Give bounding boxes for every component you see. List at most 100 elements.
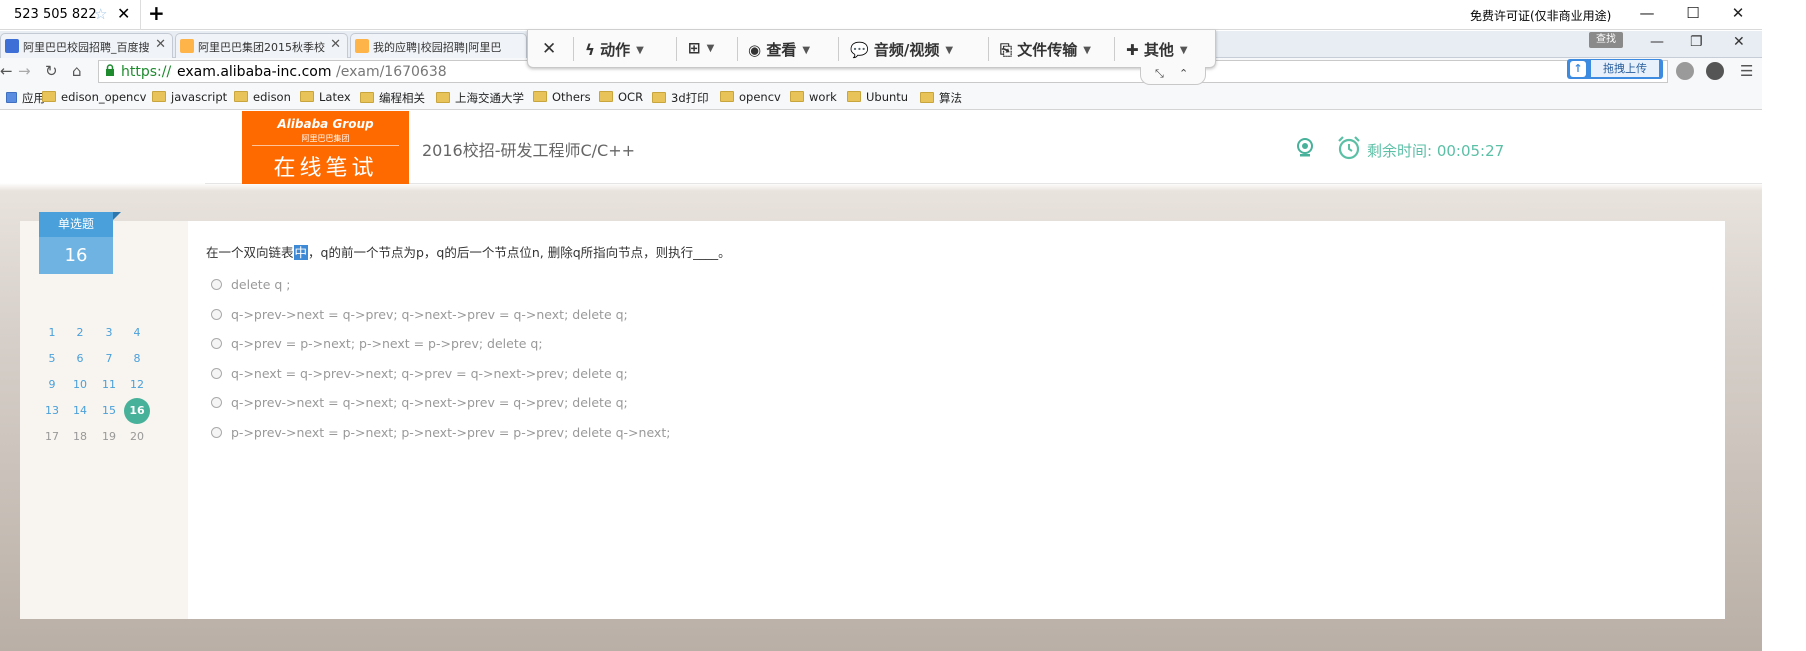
lock-icon xyxy=(106,64,114,76)
minimize-icon[interactable]: — xyxy=(1637,4,1657,22)
question-text: 在一个双向链表中，q的前一个节点为p，q的后一个节点位n, 删除q所指向节点，则… xyxy=(206,245,731,260)
alibaba-icon xyxy=(355,39,369,53)
option-radio[interactable] xyxy=(211,367,222,379)
option-label[interactable]: q->next = q->prev->next; q->prev = q->ne… xyxy=(231,366,628,381)
bookmark-folder[interactable]: OCR xyxy=(599,90,643,104)
tab-close-icon[interactable]: ✕ xyxy=(330,37,341,52)
question-number-13[interactable]: 13 xyxy=(39,398,65,424)
question-number-12[interactable]: 12 xyxy=(124,372,150,398)
question-panel xyxy=(188,221,1725,619)
question-number-19[interactable]: 19 xyxy=(96,424,122,450)
menu-icon[interactable]: ☰ xyxy=(1740,62,1753,80)
question-number-14[interactable]: 14 xyxy=(67,398,93,424)
bookmark-folder[interactable]: 算法 xyxy=(920,90,962,106)
option-radio[interactable] xyxy=(211,279,222,290)
menu-file-transfer[interactable]: ⎘ 文件传输 ▼ xyxy=(1000,39,1091,60)
question-number-4[interactable]: 4 xyxy=(124,320,150,346)
home-icon[interactable]: ⌂ xyxy=(72,62,82,80)
bookmark-folder[interactable]: 编程相关 xyxy=(360,90,425,106)
question-number-17[interactable]: 17 xyxy=(39,424,65,450)
bookmarks-bar: 应用 edison_opencv javascript edison Latex… xyxy=(0,86,1806,110)
bookmark-folder[interactable]: Others xyxy=(533,90,591,104)
bookmark-folder[interactable]: 上海交通大学 xyxy=(436,90,524,106)
option-radio[interactable] xyxy=(211,308,222,320)
folder-icon xyxy=(234,91,248,102)
question-number-20[interactable]: 20 xyxy=(124,424,150,450)
back-icon[interactable]: ← xyxy=(0,62,13,80)
partner-id-tab[interactable]: 523 505 822 xyxy=(14,7,97,22)
close-session-icon[interactable]: ✕ xyxy=(117,4,130,23)
folder-icon xyxy=(920,92,934,103)
question-number-15[interactable]: 15 xyxy=(96,398,122,424)
webcam-icon xyxy=(1297,138,1313,157)
new-session-button[interactable]: + xyxy=(148,1,165,25)
option-label[interactable]: delete q ; xyxy=(231,277,290,292)
browser-tab[interactable]: 阿里巴巴集团2015秋季校 ✕ xyxy=(175,33,348,58)
option-label[interactable]: q->prev->next = q->next; q->next->prev =… xyxy=(231,395,628,410)
option-radio[interactable] xyxy=(211,397,222,408)
option-radio[interactable] xyxy=(211,426,222,438)
fit-screen-icon[interactable]: ⤡ xyxy=(1155,67,1164,81)
bookmark-folder[interactable]: Ubuntu xyxy=(847,90,908,104)
option-radio[interactable] xyxy=(211,338,222,349)
question-number-11[interactable]: 11 xyxy=(96,372,122,398)
question-number-18[interactable]: 18 xyxy=(67,424,93,450)
question-number-9[interactable]: 9 xyxy=(39,372,65,398)
question-number-1[interactable]: 1 xyxy=(39,320,65,346)
bookmark-folder[interactable]: opencv xyxy=(720,90,781,104)
menu-audio-video[interactable]: 💬 音频/视频 ▼ xyxy=(850,39,953,60)
folder-icon xyxy=(360,92,374,103)
drag-upload-button[interactable]: ↑ 拖拽上传 xyxy=(1567,59,1663,79)
divider xyxy=(140,0,141,30)
folder-icon xyxy=(720,91,734,102)
option-label[interactable]: q->prev = p->next; p->next = p->prev; de… xyxy=(231,336,543,351)
question-number-10[interactable]: 10 xyxy=(67,372,93,398)
bookmark-folder[interactable]: javascript xyxy=(152,90,227,104)
bookmark-folder[interactable]: Latex xyxy=(300,90,351,104)
question-number-5[interactable]: 5 xyxy=(39,346,65,372)
find-label[interactable]: 查找 xyxy=(1589,32,1623,48)
menu-windows[interactable]: ⊞ ▼ xyxy=(688,39,714,57)
lightning-icon: ϟ xyxy=(585,41,595,59)
question-number-2[interactable]: 2 xyxy=(67,320,93,346)
extension-icon[interactable] xyxy=(1676,62,1694,80)
drag-upload-label: 拖拽上传 xyxy=(1591,60,1659,77)
menu-other[interactable]: ✚ 其他 ▼ xyxy=(1126,39,1188,60)
toolbar-collapse-tab[interactable]: ⤡ ⌃ xyxy=(1140,67,1206,85)
bookmark-apps[interactable]: 应用 xyxy=(6,90,45,106)
browser-minimize-icon[interactable]: — xyxy=(1650,34,1664,50)
folder-icon xyxy=(652,92,666,103)
close-icon[interactable]: ✕ xyxy=(1728,4,1748,22)
question-number-16[interactable]: 16 xyxy=(124,398,150,424)
menu-actions[interactable]: ϟ 动作 ▼ xyxy=(585,39,644,60)
bookmark-folder[interactable]: edison_opencv xyxy=(42,90,146,104)
divider xyxy=(737,37,738,61)
divider xyxy=(988,37,989,61)
star-icon[interactable]: ☆ xyxy=(94,5,107,23)
chevron-down-icon: ▼ xyxy=(636,45,644,56)
badge-fold xyxy=(113,212,121,220)
reload-icon[interactable]: ↻ xyxy=(45,62,58,80)
chevron-down-icon: ▼ xyxy=(802,45,811,56)
remote-side-strip xyxy=(1762,30,1806,651)
tab-close-icon[interactable]: ✕ xyxy=(155,37,166,52)
bookmark-folder[interactable]: work xyxy=(790,90,837,104)
browser-tab[interactable]: 我的应聘|校园招聘|阿里巴 xyxy=(350,33,527,58)
question-number-8[interactable]: 8 xyxy=(124,346,150,372)
close-toolbar-icon[interactable]: ✕ xyxy=(542,39,556,59)
question-number-7[interactable]: 7 xyxy=(96,346,122,372)
bookmark-folder[interactable]: edison xyxy=(234,90,291,104)
forward-icon[interactable]: → xyxy=(18,62,31,80)
bookmark-folder[interactable]: 3d打印 xyxy=(652,90,709,106)
browser-tab[interactable]: 阿里巴巴校园招聘_百度搜 ✕ xyxy=(0,33,173,58)
browser-restore-icon[interactable]: ❐ xyxy=(1690,34,1703,50)
option-label[interactable]: p->prev->next = p->next; p->next->prev =… xyxy=(231,425,670,440)
chevron-up-icon[interactable]: ⌃ xyxy=(1179,67,1188,80)
browser-close-icon[interactable]: ✕ xyxy=(1733,34,1745,50)
maximize-icon[interactable]: ☐ xyxy=(1683,4,1703,22)
extension-icon[interactable] xyxy=(1706,62,1724,80)
question-number-6[interactable]: 6 xyxy=(67,346,93,372)
option-label[interactable]: q->prev->next = q->prev; q->next->prev =… xyxy=(231,307,628,322)
question-number-3[interactable]: 3 xyxy=(96,320,122,346)
menu-view[interactable]: ◉ 查看 ▼ xyxy=(748,39,810,60)
